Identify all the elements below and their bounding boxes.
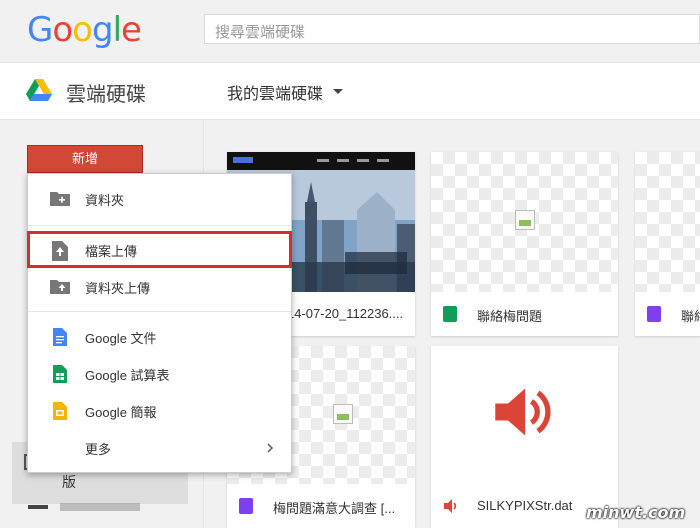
storage-icon [28,505,48,509]
folder-plus-icon [50,192,70,206]
menu-item-label: 資料夾 [85,193,125,208]
menu-item-label: Google 試算表 [85,368,170,383]
logo-letter: o [52,10,73,50]
file-thumbnail [635,152,700,292]
broken-image-icon [515,210,535,230]
menu-divider [28,311,291,312]
menu-divider [28,225,291,226]
sidebar-storage-text [60,503,140,511]
menu-item-more[interactable]: 更多 [28,429,291,465]
watermark: minwt.com [586,503,686,522]
breadcrumb-my-drive[interactable]: 我的雲端硬碟 [227,80,323,104]
app-title: 雲端硬碟 [66,84,146,106]
logo-letter: l [112,10,123,50]
broken-image-icon [333,404,353,424]
new-menu: 資料夾 檔案上傳 資料夾上傳 Google 文件 Google 試算表 Goog… [27,173,292,473]
file-caption: 聯絡 [635,292,700,336]
app-bar: 雲端硬碟 我的雲端硬碟 [0,62,700,120]
search-placeholder: 搜尋雲端硬碟 [215,24,306,41]
audio-icon [495,388,551,436]
folder-upload-icon [50,280,70,294]
menu-item-label: Google 文件 [85,331,157,346]
menu-item-label: 資料夾上傳 [85,281,151,296]
file-caption: 梅問題滿意大調查 [... [227,484,415,528]
logo-letter: e [121,10,142,50]
chevron-right-icon [267,443,274,453]
file-card[interactable]: SILKYPIXStr.dat [431,346,618,528]
menu-item-google-slides[interactable]: Google 簡報 [28,392,291,428]
menu-item-folder-upload[interactable]: 資料夾上傳 [28,268,291,304]
file-card[interactable]: 聯絡梅問題 [431,152,618,336]
new-button[interactable]: 新增 [27,145,143,173]
file-thumbnail [431,346,618,484]
logo-letter: g [91,10,114,50]
menu-item-google-docs[interactable]: Google 文件 [28,318,291,354]
sidebar-item-label: 版 [62,474,76,490]
google-sheets-icon [443,306,457,322]
highlight-box [27,231,292,268]
drive-logo-icon [26,79,52,101]
file-name: 14-07-20_112236.... [287,306,404,321]
file-card[interactable]: 聯絡 [635,152,700,336]
google-slides-icon [53,402,67,420]
menu-item-label: Google 簡報 [85,405,157,420]
menu-item-folder[interactable]: 資料夾 [28,180,291,216]
audio-file-icon [444,499,457,513]
google-logo[interactable]: Google [27,10,142,50]
logo-letter: o [72,10,93,50]
google-docs-icon [53,328,67,346]
google-sheets-icon [53,365,67,383]
menu-item-google-sheets[interactable]: Google 試算表 [28,355,291,391]
menu-item-label: 更多 [85,442,112,457]
file-caption: 聯絡梅問題 [431,292,618,336]
google-forms-icon [647,306,661,322]
file-name: 聯絡梅問題 [477,309,543,324]
logo-letter: G [27,10,53,50]
top-bar: Google 搜尋雲端硬碟 [0,0,700,62]
search-input[interactable]: 搜尋雲端硬碟 [204,14,700,44]
file-thumbnail [431,152,618,292]
file-name: 梅問題滿意大調查 [... [273,501,396,516]
google-forms-icon [239,498,253,514]
file-name: 聯絡 [681,309,700,324]
caret-down-icon[interactable] [333,89,343,94]
file-name: SILKYPIXStr.dat [477,498,573,513]
